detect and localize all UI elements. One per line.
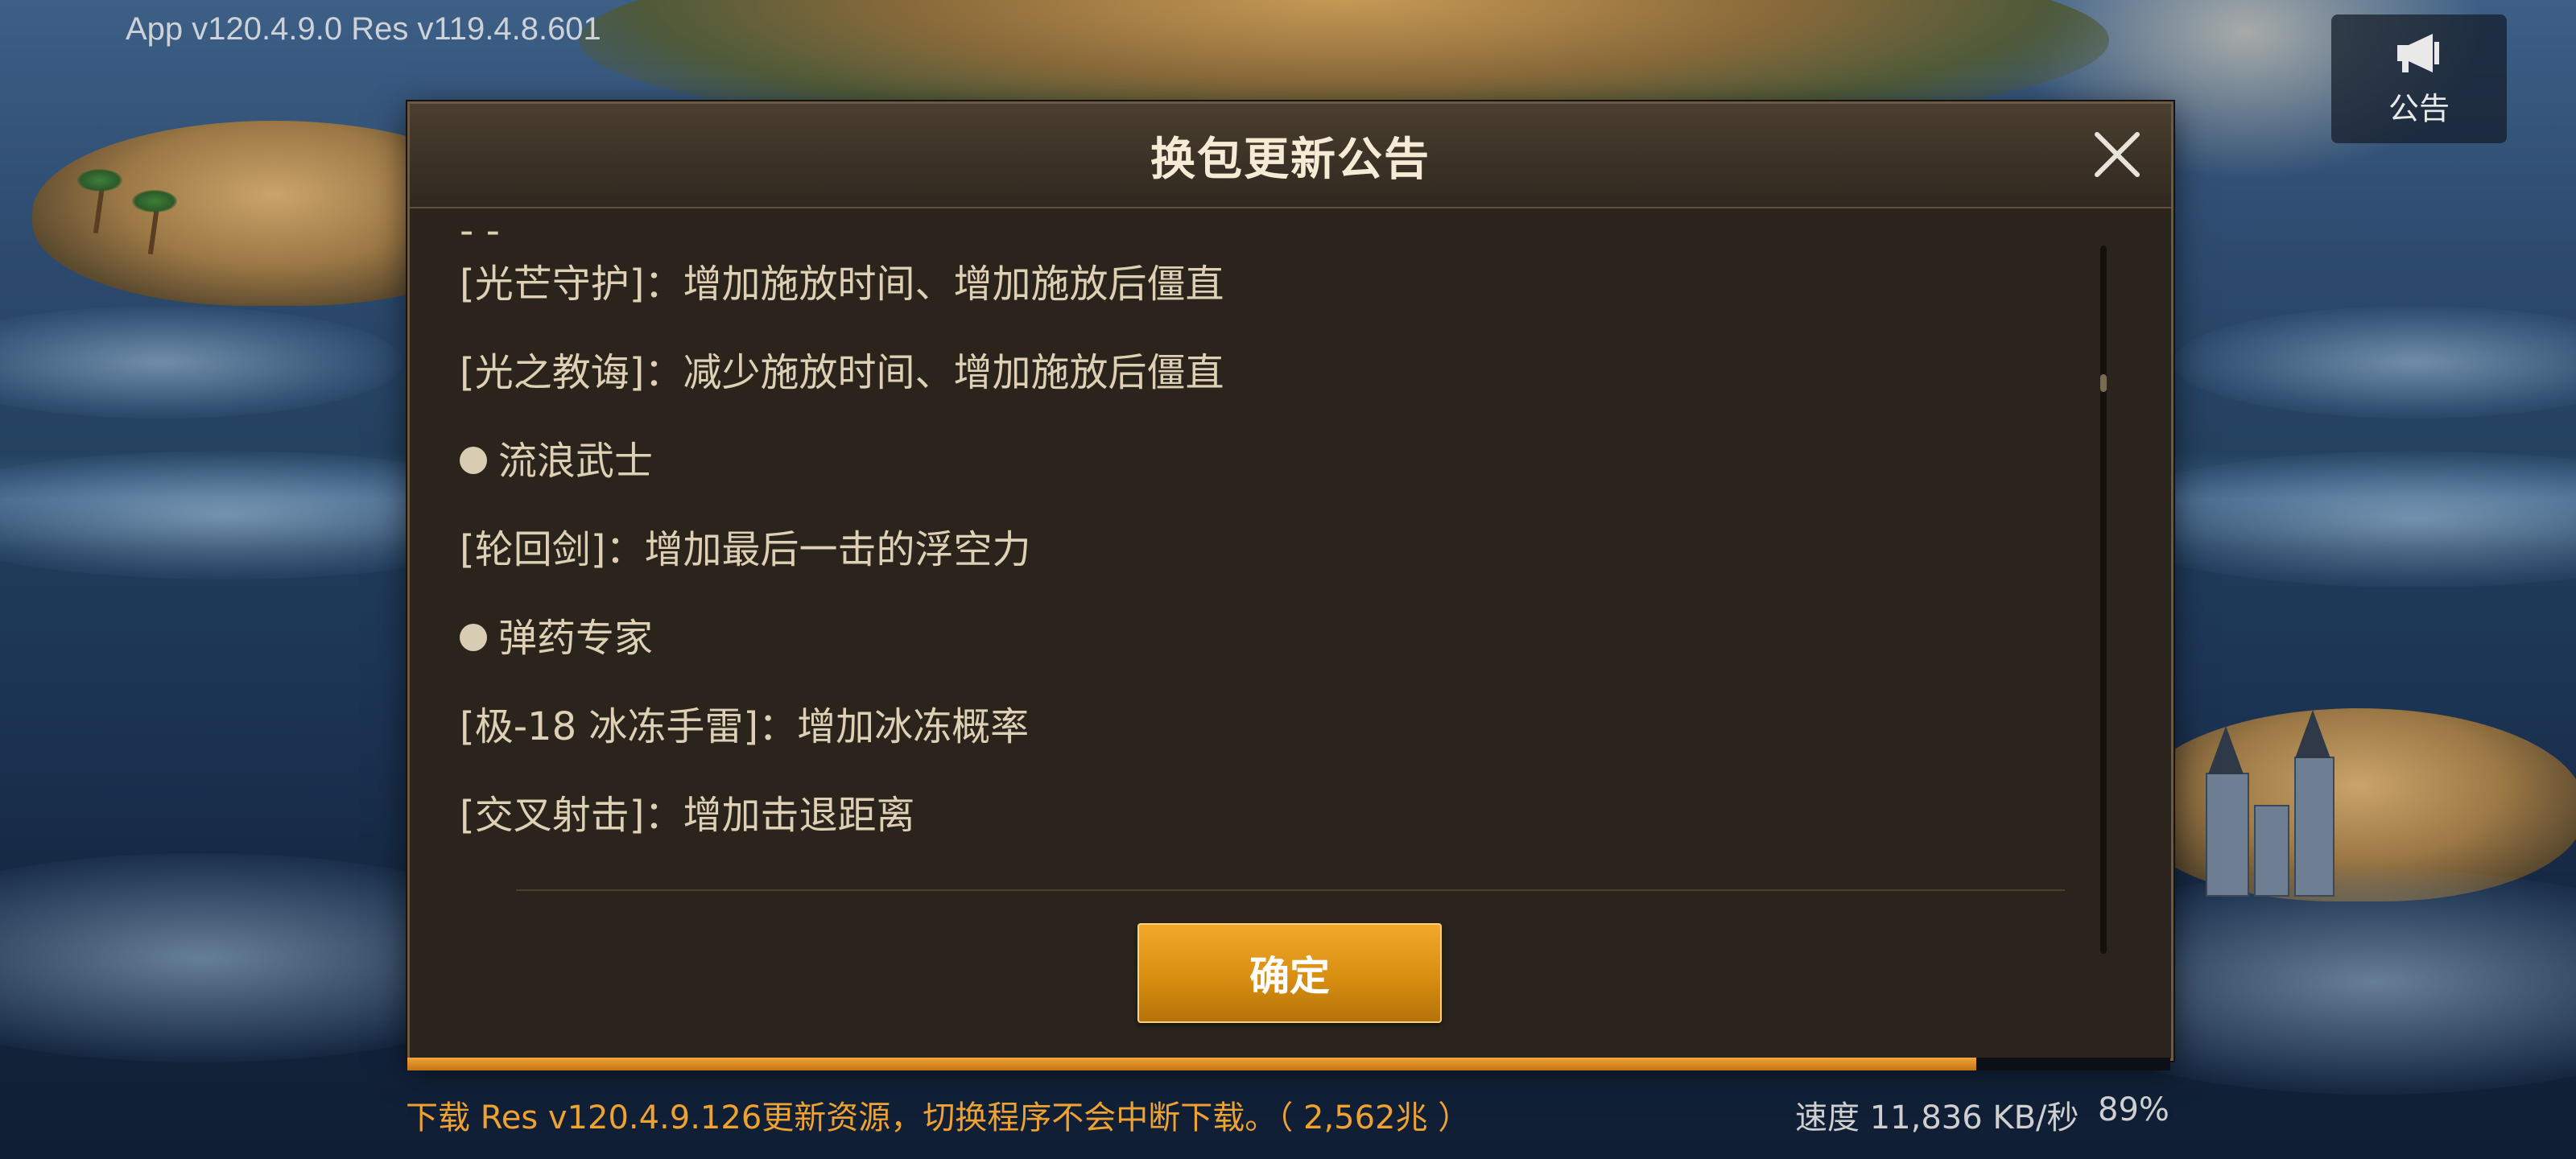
download-status-text: 下载 Res v120.4.9.126更新资源，切换程序不会中断下载。（ 2,5… xyxy=(406,1099,1471,1136)
download-speed: 速度 11,836 KB/秒 xyxy=(1795,1099,2079,1136)
scrollbar-thumb[interactable] xyxy=(2100,374,2107,392)
content-scrollbar[interactable] xyxy=(2100,245,2107,954)
content-line: - - xyxy=(460,225,500,254)
update-notice-dialog: 换包更新公告 - - [光芒守护]：增加施放时间、增加施放后僵直 [光之教诲]：… xyxy=(407,101,2174,1061)
version-info: App v120.4.9.0 Res v119.4.8.601 xyxy=(126,11,601,47)
dialog-header: 换包更新公告 xyxy=(410,104,2171,208)
announcement-label: 公告 xyxy=(2388,90,2450,126)
content-line: [轮回剑]：增加最后一击的浮空力 xyxy=(460,527,1031,572)
announcement-button[interactable]: 公告 xyxy=(2331,14,2507,143)
content-line: [光之教诲]：减少施放时间、增加施放后僵直 xyxy=(460,350,1224,395)
confirm-button[interactable]: 确定 xyxy=(1137,923,1442,1023)
download-percent: 89% xyxy=(2098,1091,2169,1128)
content-line: [光芒守护]：增加施放时间、增加施放后僵直 xyxy=(460,262,1224,307)
close-icon xyxy=(2095,132,2140,177)
bullet-icon xyxy=(460,447,487,474)
bullet-icon xyxy=(460,624,487,651)
notice-content[interactable]: - - [光芒守护]：增加施放时间、增加施放后僵直 [光之教诲]：减少施放时间、… xyxy=(460,225,2086,959)
download-progress-fill xyxy=(407,1058,1977,1070)
dialog-divider xyxy=(516,889,2065,891)
close-button[interactable] xyxy=(2087,125,2147,184)
content-bullet-line: 流浪武士 xyxy=(460,429,653,485)
content-line: [极-18 冰冻手雷]：增加冰冻概率 xyxy=(460,704,1030,749)
download-progress-bar xyxy=(407,1058,2170,1070)
megaphone-icon xyxy=(2391,31,2447,79)
content-bullet-line: 弹药专家 xyxy=(460,606,653,662)
dialog-title: 换包更新公告 xyxy=(1150,134,1430,186)
content-line: [交叉射击]：增加击退距离 xyxy=(460,793,915,838)
